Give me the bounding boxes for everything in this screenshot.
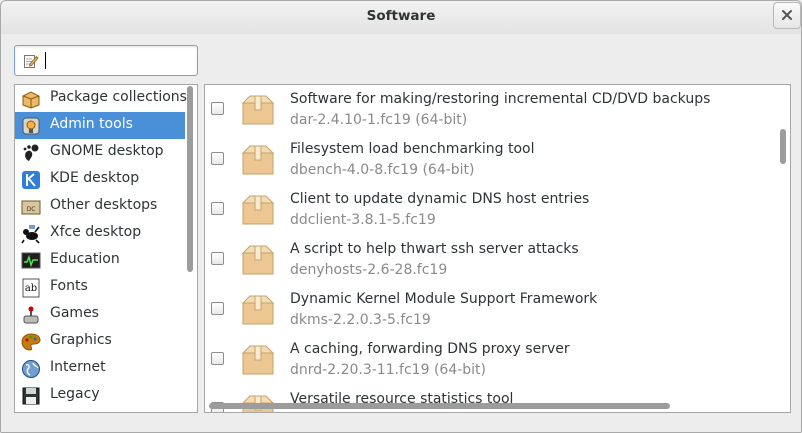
category-item-games[interactable]: Games (15, 301, 185, 328)
package-row[interactable]: Dynamic Kernel Module Support Framework d… (205, 285, 775, 335)
category-label: Package collections (50, 89, 187, 105)
package-checkbox[interactable] (211, 252, 224, 265)
category-label: Graphics (50, 332, 112, 348)
category-label: Education (50, 251, 120, 267)
svg-text:ab: ab (25, 283, 37, 294)
legacy-icon (21, 386, 41, 406)
category-item-fonts[interactable]: ab Fonts (15, 274, 185, 301)
package-checkbox[interactable] (211, 302, 224, 315)
package-name: dkms-2.2.0.3-5.fc19 (290, 312, 431, 328)
package-checkbox[interactable] (211, 352, 224, 365)
package-row[interactable]: Client to update dynamic DNS host entrie… (205, 185, 775, 235)
svg-text:DC: DC (27, 206, 36, 213)
search-input[interactable] (43, 50, 191, 70)
package-collections-icon (21, 89, 41, 109)
other-desktops-icon: DC (21, 197, 41, 217)
category-item-other-desktops[interactable]: DC Other desktops (15, 193, 185, 220)
package-summary: Filesystem load benchmarking tool (290, 141, 535, 157)
package-name: dar-2.4.10-1.fc19 (64-bit) (290, 112, 468, 128)
package-summary: Software for making/restoring incrementa… (290, 91, 711, 107)
text-caret (45, 52, 46, 69)
package-icon (240, 141, 276, 177)
category-label: Fonts (50, 278, 88, 294)
package-scrollbar-vertical[interactable] (780, 129, 786, 164)
package-checkbox[interactable] (211, 102, 224, 115)
window-title: Software (366, 8, 436, 24)
category-list[interactable]: Package collections Admin tools GNOME desk… (14, 84, 198, 413)
package-list[interactable]: Software for making/restoring incrementa… (204, 84, 791, 413)
category-item-xfce-desktop[interactable]: Xfce desktop (15, 220, 185, 247)
package-icon (240, 341, 276, 377)
kde-icon (21, 170, 41, 190)
category-item-education[interactable]: Education (15, 247, 185, 274)
category-item-admin-tools[interactable]: Admin tools (15, 112, 185, 139)
category-label: Other desktops (50, 197, 158, 213)
category-item-kde-desktop[interactable]: KDE desktop (15, 166, 185, 193)
package-row[interactable]: A script to help thwart ssh server attac… (205, 235, 775, 285)
package-row[interactable]: Software for making/restoring incrementa… (205, 85, 775, 135)
category-item-gnome-desktop[interactable]: GNOME desktop (15, 139, 185, 166)
package-name: denyhosts-2.6-28.fc19 (290, 262, 448, 278)
edit-icon (24, 55, 39, 68)
package-row[interactable]: Filesystem load benchmarking tool dbench-… (205, 135, 775, 185)
category-label: Admin tools (50, 116, 133, 132)
category-scrollbar[interactable] (187, 86, 193, 272)
category-label: GNOME desktop (50, 143, 164, 159)
package-icon (240, 91, 276, 127)
close-button[interactable] (773, 2, 801, 29)
fonts-icon: ab (21, 278, 41, 298)
category-item-legacy[interactable]: Legacy (15, 382, 185, 409)
package-summary: Client to update dynamic DNS host entrie… (290, 191, 590, 207)
package-summary: Dynamic Kernel Module Support Framework (290, 291, 598, 307)
admin-tools-icon (21, 116, 41, 136)
package-name: dnrd-2.20.3-11.fc19 (64-bit) (290, 362, 486, 378)
package-name: ddclient-3.8.1-5.fc19 (290, 212, 436, 228)
package-scrollbar-horizontal[interactable] (209, 403, 670, 409)
package-icon (240, 391, 276, 412)
package-icon (240, 241, 276, 277)
package-icon (240, 291, 276, 327)
xfce-icon (21, 224, 41, 244)
internet-icon (21, 359, 41, 379)
category-item-graphics[interactable]: Graphics (15, 328, 185, 355)
category-label: KDE desktop (50, 170, 140, 186)
package-icon (240, 191, 276, 227)
education-icon (21, 251, 41, 271)
category-item-internet[interactable]: Internet (15, 355, 185, 382)
close-icon (782, 10, 792, 20)
category-label: Internet (50, 359, 106, 375)
software-window: Software Package collections Admin tools G… (0, 0, 802, 433)
title-bar: Software (1, 1, 801, 34)
package-checkbox[interactable] (211, 152, 224, 165)
search-box[interactable] (14, 45, 198, 76)
category-label: Legacy (50, 386, 100, 402)
package-checkbox[interactable] (211, 202, 224, 215)
category-item-package-collections[interactable]: Package collections (15, 85, 187, 112)
package-name: dbench-4.0-8.fc19 (64-bit) (290, 162, 475, 178)
package-row[interactable]: A caching, forwarding DNS proxy server dn… (205, 335, 775, 385)
gnome-icon (21, 143, 41, 163)
graphics-icon (21, 332, 41, 352)
package-summary: A caching, forwarding DNS proxy server (290, 341, 570, 357)
package-summary: A script to help thwart ssh server attac… (290, 241, 579, 257)
category-label: Xfce desktop (50, 224, 142, 240)
category-label: Games (50, 305, 99, 321)
games-icon (21, 305, 41, 325)
